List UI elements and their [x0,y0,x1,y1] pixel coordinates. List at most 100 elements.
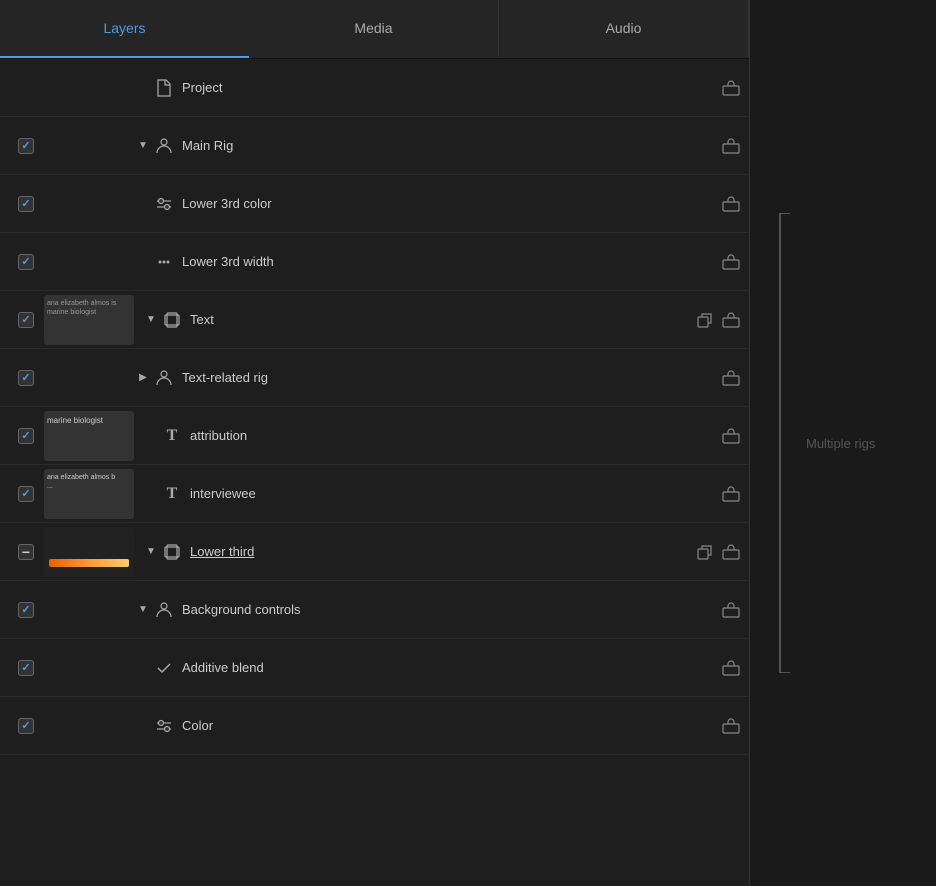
layers-icon [160,308,184,332]
expand-arrow[interactable]: ▶ [134,369,152,387]
layer-name: Main Rig [182,138,721,153]
lock-folder-icon[interactable] [721,194,741,214]
checkbox-area [8,196,44,212]
layer-thumbnail: ana elizabeth almos b... [44,469,134,519]
expand-arrow[interactable]: ▼ [142,311,160,329]
list-item: ▼ Lower third [0,523,749,581]
visibility-checkbox[interactable] [18,254,34,270]
list-item: ana elizabeth almos b... T interviewee [0,465,749,523]
lock-folder-icon[interactable] [721,368,741,388]
list-item: ▶ Text-related rig [0,349,749,407]
visibility-checkbox[interactable] [18,138,34,154]
expand-arrow[interactable]: ▼ [134,137,152,155]
right-icons [721,426,741,446]
layer-thumbnail: ana elizabeth almos ismarine biologist [44,295,134,345]
lock-folder-icon[interactable] [721,426,741,446]
layer-name: attribution [190,428,721,443]
person-icon [152,598,176,622]
person-icon [152,366,176,390]
visibility-checkbox[interactable] [18,428,34,444]
right-icons [721,194,741,214]
lock-folder-icon[interactable] [721,484,741,504]
checkbox-area [8,602,44,618]
right-icons [721,484,741,504]
right-icons [721,252,741,272]
tab-layers[interactable]: Layers [0,0,249,58]
visibility-checkbox[interactable] [18,486,34,502]
brace-svg [770,213,790,673]
copy-icon[interactable] [695,542,715,562]
right-icons [721,716,741,736]
layer-name: Additive blend [182,660,721,675]
visibility-checkbox[interactable] [18,312,34,328]
layer-name: Lower 3rd width [182,254,721,269]
right-icons [721,368,741,388]
lock-folder-icon[interactable] [721,78,741,98]
layer-thumbnail: marine biologist [44,411,134,461]
text-icon: T [160,424,184,448]
checkbox-area [8,312,44,328]
list-item: ana elizabeth almos ismarine biologist ▼… [0,291,749,349]
list-item: Additive blend [0,639,749,697]
slider-icon [152,714,176,738]
layers-list: Project ▼ [0,59,749,886]
checkbox-area [8,486,44,502]
list-item: Project [0,59,749,117]
layer-thumbnail [44,527,134,577]
tab-audio[interactable]: Audio [499,0,749,58]
visibility-checkbox[interactable] [18,370,34,386]
annotation-area: Multiple rigs [750,0,936,886]
copy-icon[interactable] [695,310,715,330]
lock-folder-icon[interactable] [721,542,741,562]
visibility-checkbox[interactable] [18,544,34,560]
right-icons [695,542,741,562]
expand-arrow[interactable]: ▼ [142,543,160,561]
checkbox-area [8,138,44,154]
lock-folder-icon[interactable] [721,310,741,330]
checkbox-area [8,544,44,560]
layers-panel: Layers Media Audio Project [0,0,750,886]
layer-name: Text [190,312,695,327]
layer-name: Text-related rig [182,370,721,385]
layer-name: interviewee [190,486,721,501]
right-icons [721,658,741,678]
visibility-checkbox[interactable] [18,196,34,212]
list-item: Lower 3rd width [0,233,749,291]
file-icon [152,76,176,100]
list-item: marine biologist T attribution [0,407,749,465]
layers-icon [160,540,184,564]
checkbox-area [8,428,44,444]
right-icons [721,136,741,156]
annotation-label: Multiple rigs [806,436,875,451]
lock-folder-icon[interactable] [721,716,741,736]
right-icons [721,600,741,620]
slider-icon [152,192,176,216]
list-item: Lower 3rd color [0,175,749,233]
checkmark-icon [152,656,176,680]
list-item: Color [0,697,749,755]
checkbox-area [8,80,44,96]
person-icon [152,134,176,158]
right-icons [695,310,741,330]
visibility-checkbox[interactable] [18,660,34,676]
layer-name: Color [182,718,721,733]
visibility-checkbox[interactable] [18,602,34,618]
layer-name: Lower third [190,544,695,559]
right-icons [721,78,741,98]
checkbox-area [8,370,44,386]
list-item: ▼ Main Rig [0,117,749,175]
tab-bar: Layers Media Audio [0,0,749,59]
layer-name: Lower 3rd color [182,196,721,211]
expand-arrow[interactable]: ▼ [134,601,152,619]
lock-folder-icon[interactable] [721,136,741,156]
visibility-checkbox[interactable] [18,718,34,734]
checkbox-area [8,660,44,676]
lock-folder-icon[interactable] [721,252,741,272]
text-icon: T [160,482,184,506]
dots-icon [152,250,176,274]
lock-folder-icon[interactable] [721,658,741,678]
lock-folder-icon[interactable] [721,600,741,620]
layer-name: Project [182,80,721,95]
tab-media[interactable]: Media [249,0,499,58]
checkbox-area [8,718,44,734]
